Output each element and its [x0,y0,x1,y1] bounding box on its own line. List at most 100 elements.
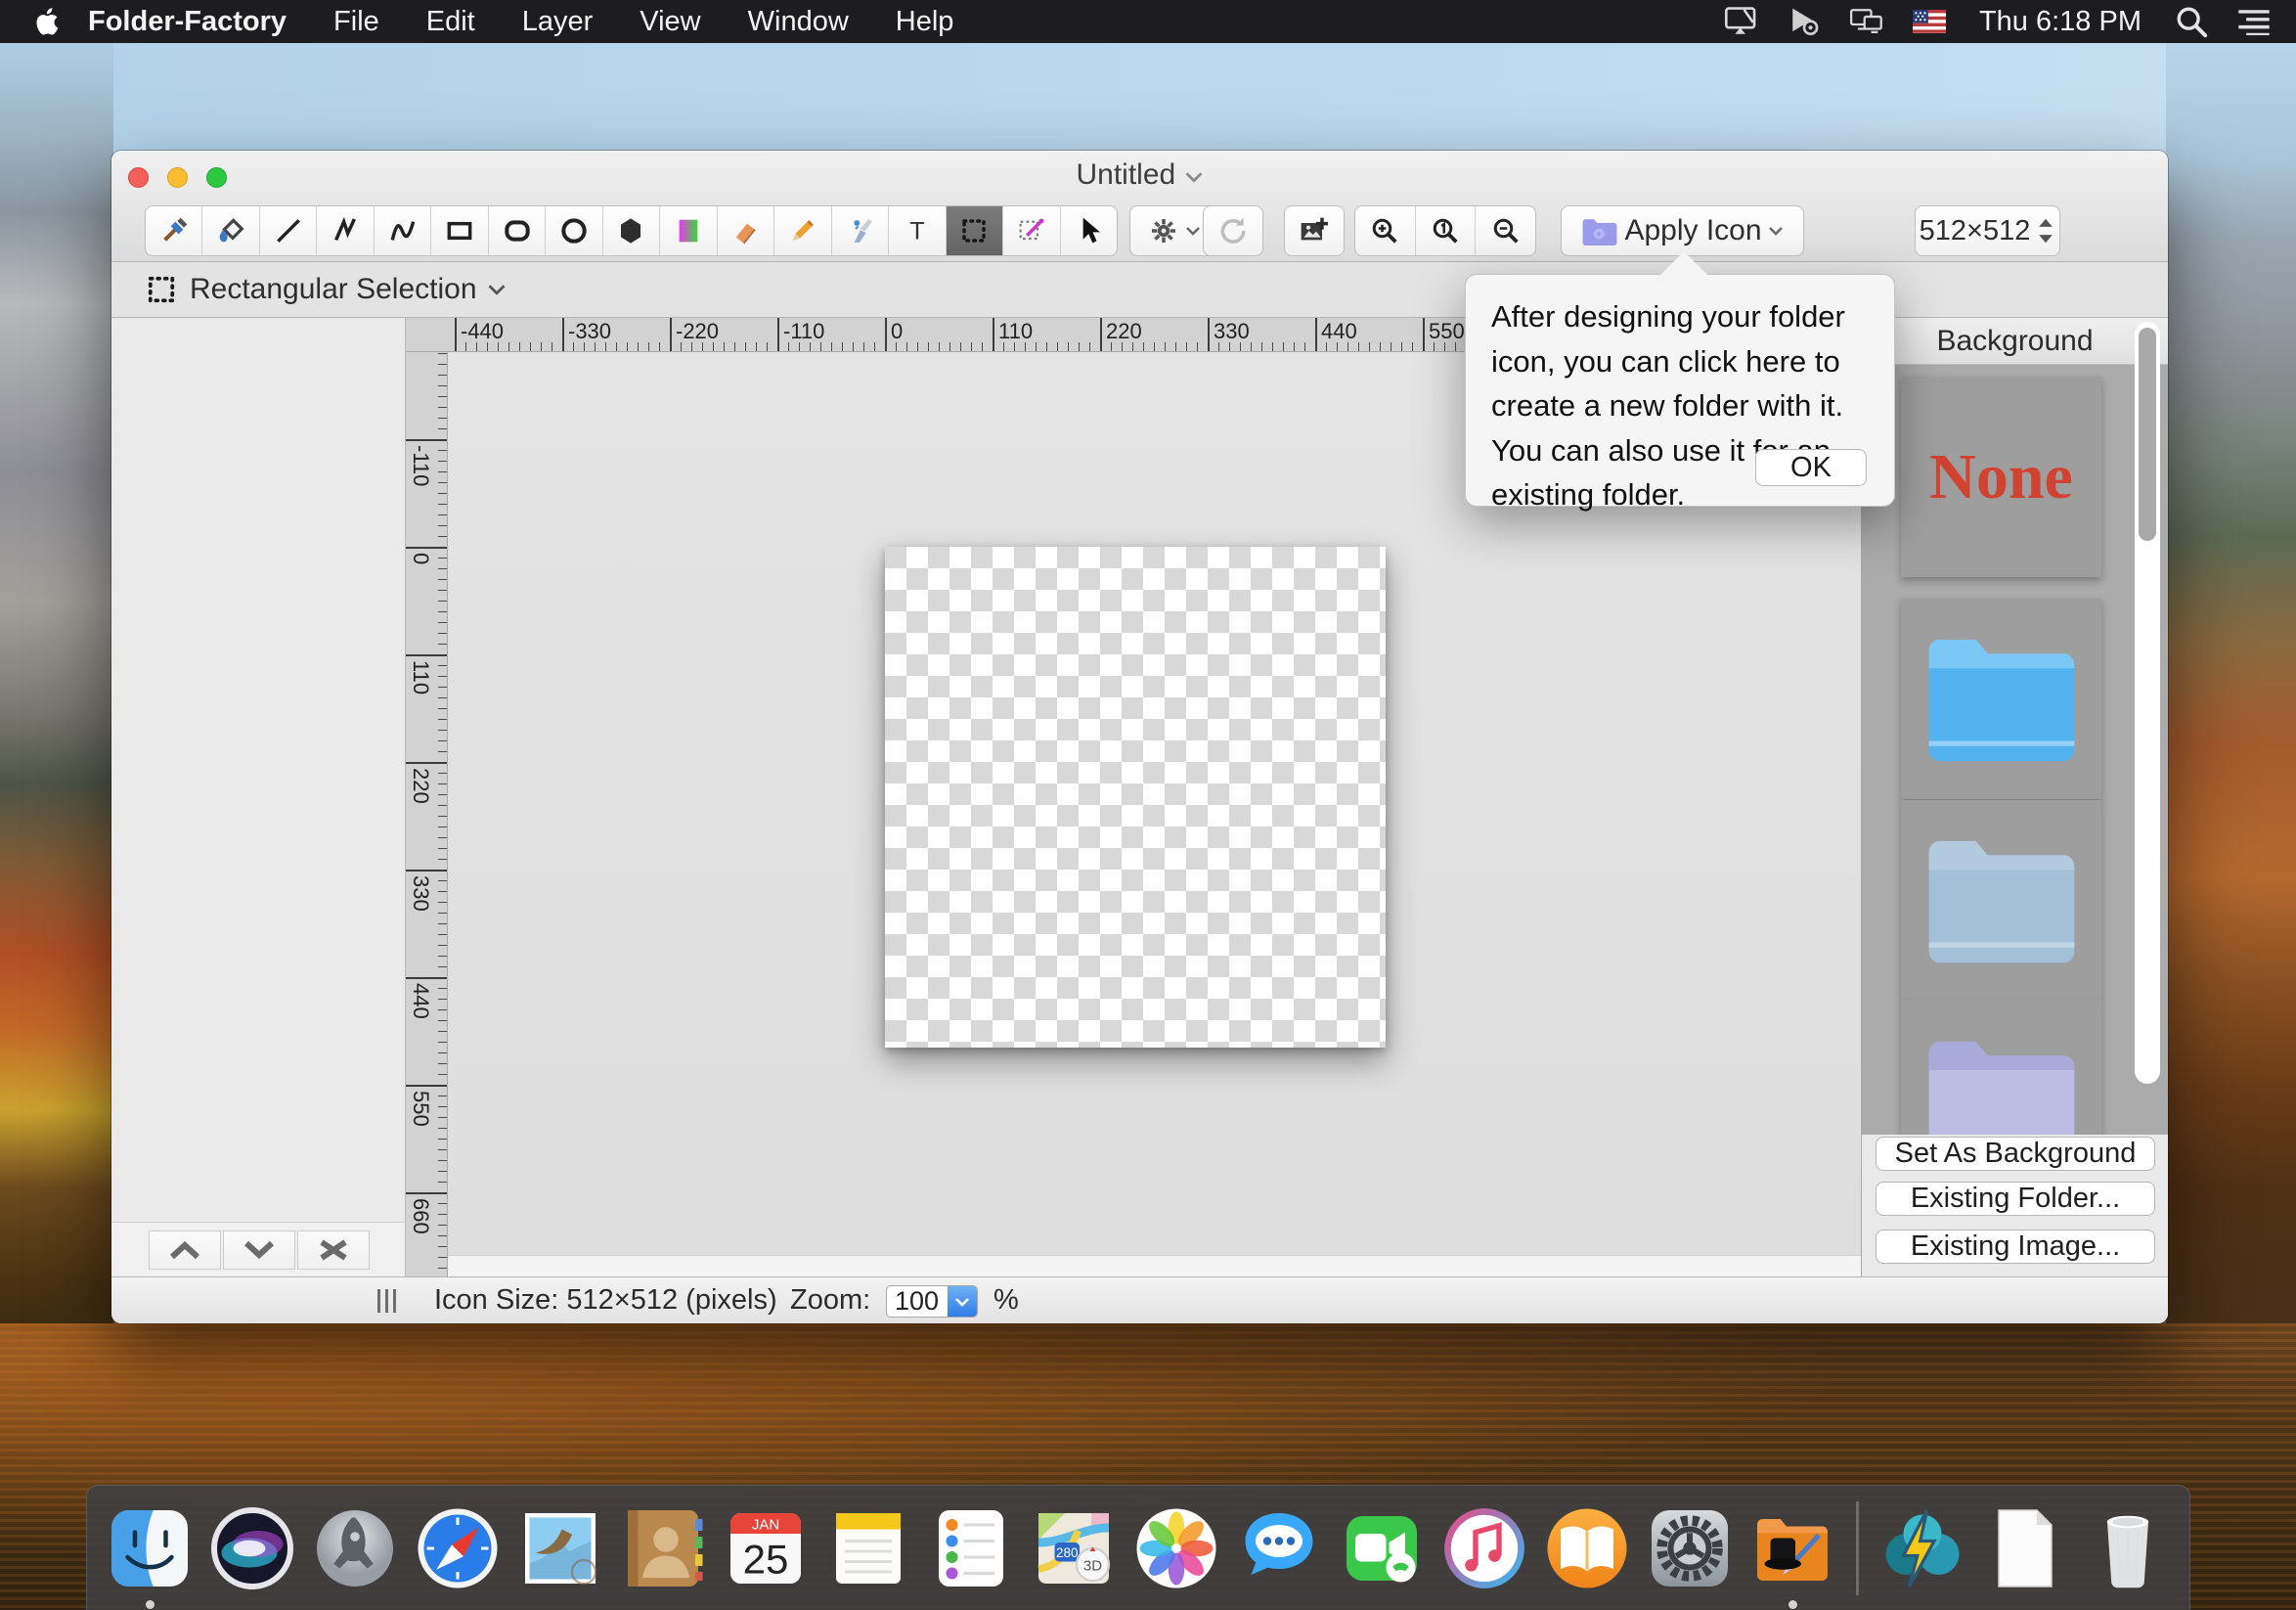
tool-move-cursor[interactable] [1061,206,1117,255]
wallpaper-mountain-right [2166,43,2296,1344]
tool-line[interactable] [260,206,317,255]
text-icon: T [902,215,933,246]
tool-palette: T [145,205,1118,256]
window-title[interactable]: Untitled [1076,158,1175,191]
existing-folder-button[interactable]: Existing Folder... [1876,1182,2155,1216]
zoom-out-icon [1491,216,1521,246]
v-ruler-label: 550 [408,1091,433,1127]
menu-help[interactable]: Help [872,6,978,38]
rotate-button[interactable] [1203,205,1263,256]
dock-mail-icon[interactable] [513,1501,607,1595]
tool-eyedropper[interactable] [146,206,202,255]
background-item-none[interactable]: None [1901,377,2101,577]
tool-rounded-rectangle[interactable] [489,206,546,255]
dock-trash-icon[interactable] [2081,1501,2175,1595]
chevron-down-icon [954,1296,970,1308]
menu-window[interactable]: Window [725,6,872,38]
dock-ibooks-icon[interactable] [1540,1501,1634,1595]
toolbar: T [111,201,2168,262]
tool-gradient[interactable] [660,206,717,255]
us-flag-icon[interactable] [1913,7,1946,36]
rotate-icon [1217,215,1249,246]
menu-layer[interactable]: Layer [499,6,617,38]
dock-folder-factory-icon[interactable] [1745,1501,1839,1595]
tool-fill-bucket[interactable] [202,206,259,255]
app-menu-title[interactable]: Folder-Factory [84,6,310,38]
tool-polyline[interactable] [317,206,374,255]
dock-messages-icon[interactable] [1232,1501,1326,1595]
selection-mode-label[interactable]: Rectangular Selection [190,273,477,306]
zoom-actual-size-button[interactable] [1416,206,1477,255]
menu-bar: Folder-Factory FileEditLayerViewWindowHe… [0,0,2296,43]
dock-system-preferences-icon[interactable] [1643,1501,1737,1595]
tool-pencil[interactable] [774,206,831,255]
import-image-button[interactable] [1284,205,1345,256]
layer-delete-button[interactable] [297,1230,370,1270]
airplay-display-icon[interactable] [1725,7,1758,36]
zoom-in-button[interactable] [1355,206,1416,255]
tool-rectangle[interactable] [431,206,488,255]
notification-center-icon[interactable] [2237,7,2271,36]
horizontal-scrollbar[interactable] [448,1255,1861,1276]
menu-view[interactable]: View [616,6,724,38]
title-chevron-down-icon[interactable] [1184,169,1204,185]
zoom-dropdown-button[interactable] [948,1286,977,1317]
sidebar-scrollbar[interactable] [2135,322,2160,1084]
background-item-folder-pale-blue[interactable] [1901,800,2101,1001]
tool-curve[interactable] [375,206,431,255]
apply-icon-button[interactable]: Apply Icon [1561,205,1804,256]
tool-rectangular-selection[interactable] [947,206,1003,255]
apply-icon-label: Apply Icon [1624,214,1761,247]
dock-photos-icon[interactable] [1129,1501,1223,1595]
dock-facetime-icon[interactable] [1335,1501,1429,1595]
spotlight-search-icon[interactable] [2175,7,2208,36]
dock-calendar-icon[interactable]: JAN25 [719,1501,813,1595]
dock-itunes-icon[interactable] [1437,1501,1531,1595]
presenter-remote-icon[interactable] [1788,7,1821,36]
apple-menu-icon[interactable] [33,7,59,36]
dock-finder-icon[interactable] [103,1501,197,1595]
existing-image-button[interactable]: Existing Image... [1876,1230,2155,1264]
background-item-folder-purple[interactable] [1901,1001,2101,1135]
tool-eraser[interactable] [718,206,774,255]
tool-ellipse[interactable] [546,206,602,255]
layer-move-down-button[interactable] [223,1230,295,1270]
menu-file[interactable]: File [310,6,403,38]
dock-notes-icon[interactable] [821,1501,915,1595]
dock-textedit-icon[interactable] [1978,1501,2072,1595]
transparent-canvas[interactable] [885,547,1386,1048]
background-item-folder-blue[interactable] [1901,599,2101,799]
dock-dragthing-icon[interactable] [1876,1501,1969,1595]
dock-launchpad-icon[interactable] [308,1501,402,1595]
panel-resize-handle[interactable] [377,1289,396,1313]
v-ruler-label: 0 [408,553,433,564]
h-ruler-label: -440 [461,319,504,344]
chevron-down-icon[interactable] [487,282,507,297]
sidebar-scrollbar-thumb[interactable] [2139,328,2156,541]
dock-contacts-icon[interactable] [616,1501,710,1595]
zoom-combo-box[interactable]: 100 [886,1285,978,1318]
dock-maps-icon[interactable]: 2803D [1027,1501,1121,1595]
set-as-background-button[interactable]: Set As Background [1876,1137,2155,1171]
dock-siri-icon[interactable] [205,1501,299,1595]
icon-size-value: 512×512 [1920,215,2031,247]
menu-bar-clock[interactable]: Thu 6:18 PM [1975,6,2145,38]
zoom-one-icon [1431,216,1460,246]
menu-edit[interactable]: Edit [403,6,499,38]
tool-polygon[interactable] [603,206,660,255]
h-ruler-label: 550 [1429,319,1465,344]
tool-airbrush[interactable] [832,206,889,255]
layer-move-up-button[interactable] [149,1230,221,1270]
background-sidebar: Background None Set As BackgroundExistin… [1861,318,2168,1276]
dock-safari-icon[interactable] [411,1501,505,1595]
ok-button[interactable]: OK [1755,449,1867,486]
tool-wand-selection[interactable] [1003,206,1060,255]
tool-text[interactable]: T [889,206,946,255]
icon-size-stepper[interactable]: 512×512 [1915,205,2060,256]
displays-icon[interactable] [1850,7,1883,36]
wand-selection-icon [1016,215,1047,246]
zoom-out-button[interactable] [1476,206,1535,255]
dock-reminders-icon[interactable] [924,1501,1018,1595]
stepper-arrows-icon [2036,216,2055,246]
zoom-status-label: Zoom: [790,1284,870,1317]
